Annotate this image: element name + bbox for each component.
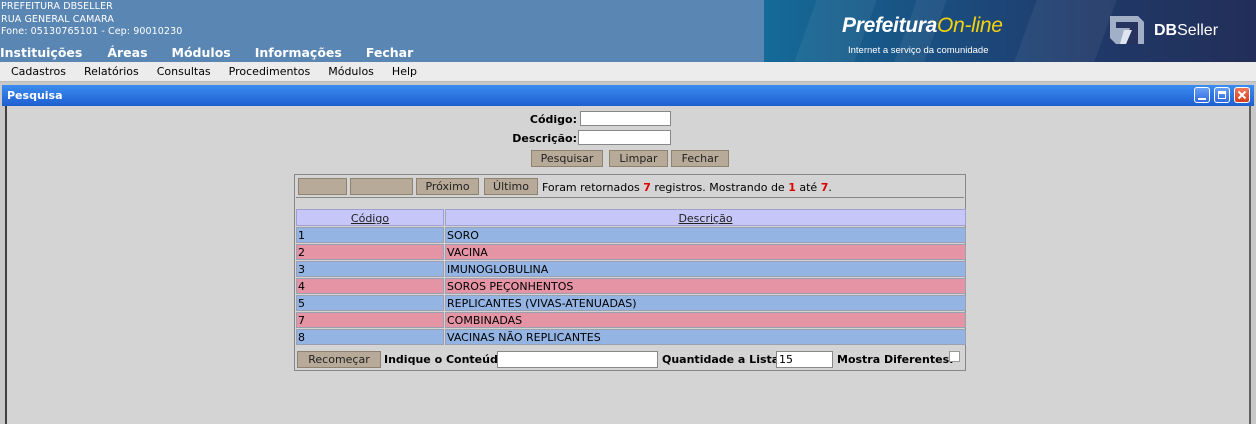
brand-banner: PrefeituraOn-line Internet a serviço da … [764, 0, 1256, 62]
maximize-icon[interactable] [1214, 87, 1230, 103]
cell-descricao: COMBINADAS [445, 312, 966, 328]
org-info: PREFEITURA DBSELLER RUA GENERAL CAMARA F… [1, 1, 182, 39]
cell-descricao: IMUNOGLOBULINA [445, 261, 966, 277]
org-name: PREFEITURA DBSELLER [1, 1, 113, 12]
codigo-label: Código: [529, 113, 577, 126]
first-page-button[interactable] [298, 178, 347, 195]
app-header: PREFEITURA DBSELLER RUA GENERAL CAMARA F… [0, 0, 1256, 62]
limpar-button[interactable]: Limpar [609, 150, 668, 167]
window-titlebar[interactable]: Pesquisa [2, 85, 1254, 106]
cell-codigo: 3 [296, 261, 444, 277]
cell-codigo: 1 [296, 227, 444, 243]
table-footer: Recomeçar Indique o Conteúdo: Quantidade… [296, 350, 964, 369]
descricao-label: Descrição: [512, 132, 577, 145]
window-title: Pesquisa [7, 89, 63, 102]
menu-fechar[interactable]: Fechar [366, 45, 413, 60]
close-icon[interactable] [1234, 87, 1250, 103]
org-contact: Fone: 05130765101 - Cep: 90010230 [1, 26, 183, 37]
company-name: DBSeller [1154, 22, 1219, 39]
dbseller-logo-icon [1110, 16, 1144, 44]
cell-descricao: SOROS PEÇONHENTOS [445, 278, 966, 294]
cell-codigo: 5 [296, 295, 444, 311]
quantidade-label: Quantidade a Listar: [662, 353, 790, 366]
cell-descricao: SORO [445, 227, 966, 243]
brand-logo: PrefeituraOn-line [842, 14, 1003, 37]
prev-page-button[interactable] [350, 178, 413, 195]
submenu-modulos[interactable]: Módulos [328, 65, 374, 78]
pagination-bar: Próximo Último Foram retornados 7 regist… [296, 176, 964, 198]
conteudo-label: Indique o Conteúdo: [384, 353, 510, 366]
conteudo-input[interactable] [497, 351, 658, 368]
recomecar-button[interactable]: Recomeçar [297, 351, 381, 368]
cell-codigo: 7 [296, 312, 444, 328]
brand-subtitle: Internet a serviço da comunidade [848, 45, 989, 56]
submenu-consultas[interactable]: Consultas [157, 65, 211, 78]
menu-areas[interactable]: Áreas [107, 45, 147, 60]
pesquisar-button[interactable]: Pesquisar [531, 150, 603, 167]
org-address: RUA GENERAL CAMARA [1, 13, 114, 25]
mostra-diferentes-label: Mostra Diferentes: [837, 353, 954, 366]
cell-codigo: 4 [296, 278, 444, 294]
cell-descricao: VACINA [445, 244, 966, 260]
quantidade-input[interactable] [776, 351, 833, 368]
submenu-help[interactable]: Help [392, 65, 417, 78]
menu-instituicoes[interactable]: Instituições [0, 45, 82, 60]
results-panel: Próximo Último Foram retornados 7 regist… [294, 174, 966, 371]
next-page-button[interactable]: Próximo [416, 178, 479, 195]
records-status: Foram retornados 7 registros. Mostrando … [542, 181, 832, 194]
minimize-icon[interactable] [1194, 87, 1210, 103]
menu-informacoes[interactable]: Informações [255, 45, 342, 60]
submenu-cadastros[interactable]: Cadastros [11, 65, 66, 78]
cell-descricao: REPLICANTES (VIVAS-ATENUADAS) [445, 295, 966, 311]
column-header-descricao[interactable]: Descrição [445, 209, 966, 226]
last-page-button[interactable]: Último [484, 178, 538, 195]
column-header-codigo[interactable]: Código [296, 209, 444, 226]
codigo-input[interactable] [580, 111, 671, 126]
menu-modulos[interactable]: Módulos [172, 45, 231, 60]
submenu-bar: Cadastros Relatórios Consultas Procedime… [0, 62, 1256, 82]
cell-codigo: 8 [296, 329, 444, 345]
submenu-procedimentos[interactable]: Procedimentos [229, 65, 311, 78]
main-menu: Instituições Áreas Módulos Informações F… [0, 45, 437, 60]
fechar-button[interactable]: Fechar [671, 150, 729, 167]
mostra-diferentes-checkbox[interactable] [949, 351, 960, 362]
submenu-relatorios[interactable]: Relatórios [84, 65, 139, 78]
descricao-input[interactable] [578, 130, 671, 145]
cell-descricao: VACINAS NÃO REPLICANTES [445, 329, 966, 345]
cell-codigo: 2 [296, 244, 444, 260]
